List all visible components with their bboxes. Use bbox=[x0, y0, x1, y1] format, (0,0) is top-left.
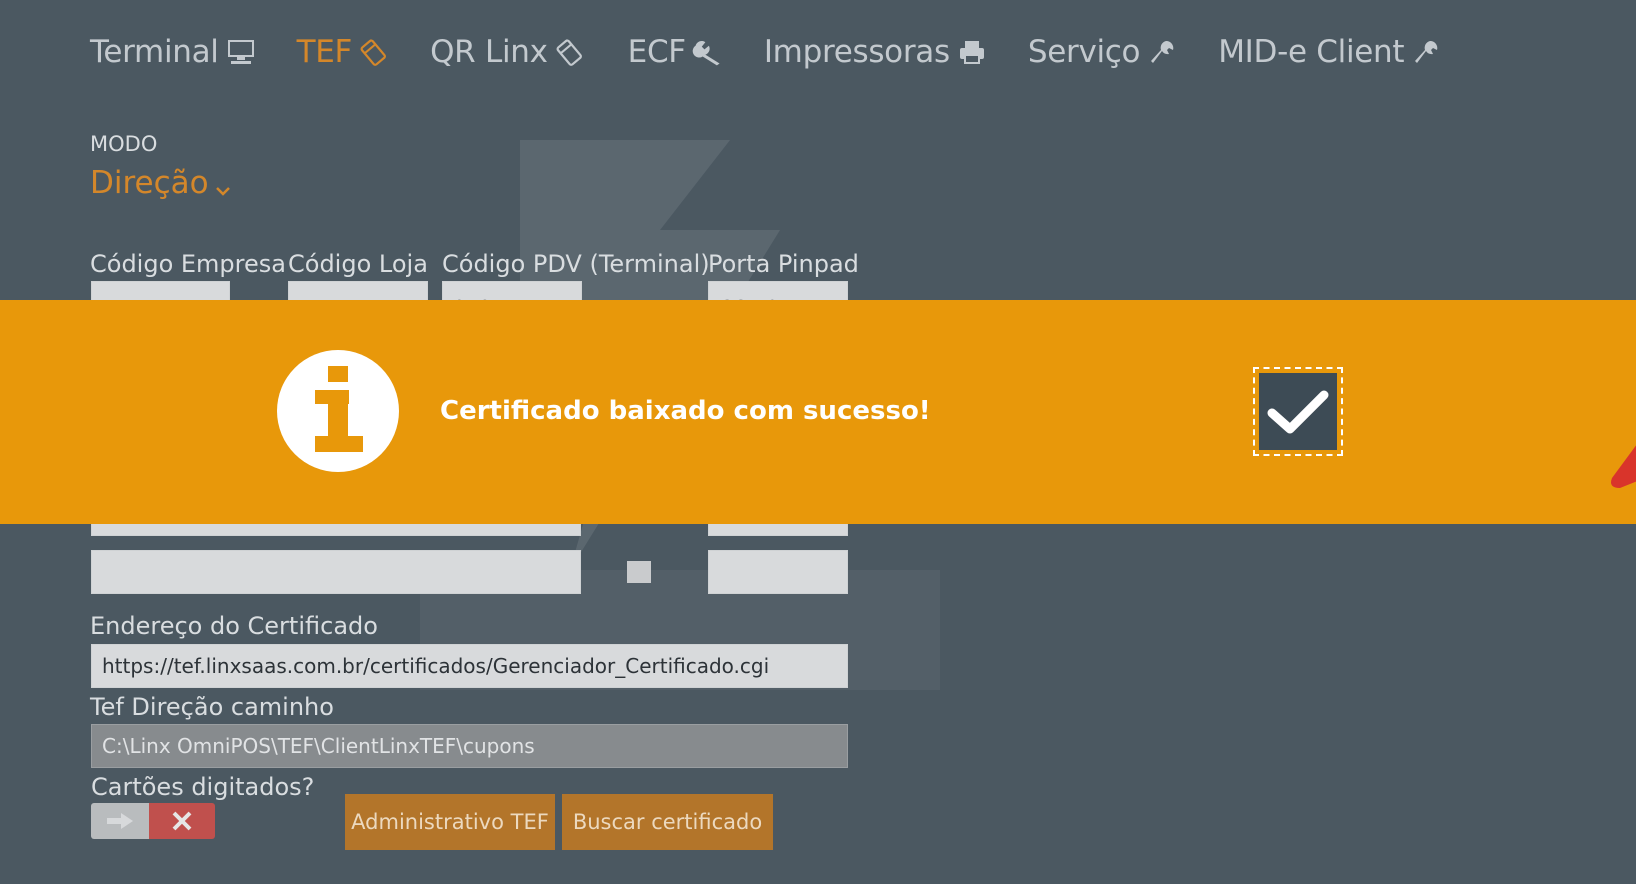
nav-label: Terminal bbox=[90, 34, 219, 70]
nav-label: MID-e Client bbox=[1218, 34, 1405, 70]
codigo-pdv-label: Código PDV (Terminal) bbox=[442, 250, 710, 278]
edge-decoration bbox=[1611, 445, 1636, 488]
nav-tef[interactable]: TEF bbox=[297, 34, 390, 70]
tef-caminho-label: Tef Direção caminho bbox=[90, 693, 334, 721]
arrow-right-icon bbox=[91, 803, 149, 839]
card-icon bbox=[358, 36, 390, 68]
porta-pinpad-label: Porta Pinpad bbox=[708, 250, 859, 278]
wrench-icon bbox=[692, 36, 724, 68]
separator-square bbox=[627, 561, 651, 583]
cartoes-digitados-label: Cartões digitados? bbox=[91, 773, 315, 801]
number-input[interactable] bbox=[708, 550, 848, 594]
nav-impressoras[interactable]: Impressoras bbox=[764, 34, 988, 70]
confirm-button[interactable] bbox=[1253, 367, 1343, 456]
nav-label: Impressoras bbox=[763, 34, 950, 70]
card-icon bbox=[554, 36, 586, 68]
endereco-certificado-label: Endereço do Certificado bbox=[90, 612, 378, 640]
nav-terminal[interactable]: Terminal bbox=[90, 34, 257, 70]
nav-label: TEF bbox=[296, 34, 353, 70]
codigo-loja-label: Código Loja bbox=[288, 250, 428, 278]
nav-label: ECF bbox=[627, 34, 686, 70]
wrench-icon bbox=[1410, 36, 1442, 68]
top-nav: Terminal TEF QR Linx ECF Impressoras Ser… bbox=[90, 30, 1482, 74]
notification-message: Certificado baixado com sucesso! bbox=[440, 396, 931, 426]
info-icon bbox=[277, 350, 399, 472]
buscar-certificado-button[interactable]: Buscar certificado bbox=[562, 794, 773, 850]
text-input[interactable] bbox=[91, 550, 581, 594]
close-icon bbox=[149, 803, 215, 839]
endereco-certificado-input[interactable]: https://tef.linxsaas.com.br/certificados… bbox=[91, 644, 848, 688]
wrench-icon bbox=[1146, 36, 1178, 68]
nav-label: Serviço bbox=[1027, 34, 1141, 70]
nav-servico[interactable]: Serviço bbox=[1028, 34, 1178, 70]
nav-label: QR Linx bbox=[430, 34, 548, 70]
monitor-icon bbox=[225, 36, 257, 68]
mode-dropdown[interactable]: Direção bbox=[90, 162, 231, 204]
nav-mid-e-client[interactable]: MID-e Client bbox=[1218, 34, 1442, 70]
nav-ecf[interactable]: ECF bbox=[628, 34, 724, 70]
printer-icon bbox=[956, 36, 988, 68]
mode-value: Direção bbox=[90, 165, 209, 201]
chevron-down-icon bbox=[215, 168, 231, 204]
administrativo-tef-button[interactable]: Administrativo TEF bbox=[345, 794, 555, 850]
tef-caminho-input: C:\Linx OmniPOS\TEF\ClientLinxTEF\cupons bbox=[91, 724, 848, 768]
nav-qr-linx[interactable]: QR Linx bbox=[430, 34, 586, 70]
checkmark-icon bbox=[1259, 373, 1337, 450]
cartoes-digitados-toggle[interactable] bbox=[91, 803, 215, 839]
mode-label: MODO bbox=[90, 132, 158, 156]
codigo-empresa-label: Código Empresa bbox=[90, 250, 286, 278]
